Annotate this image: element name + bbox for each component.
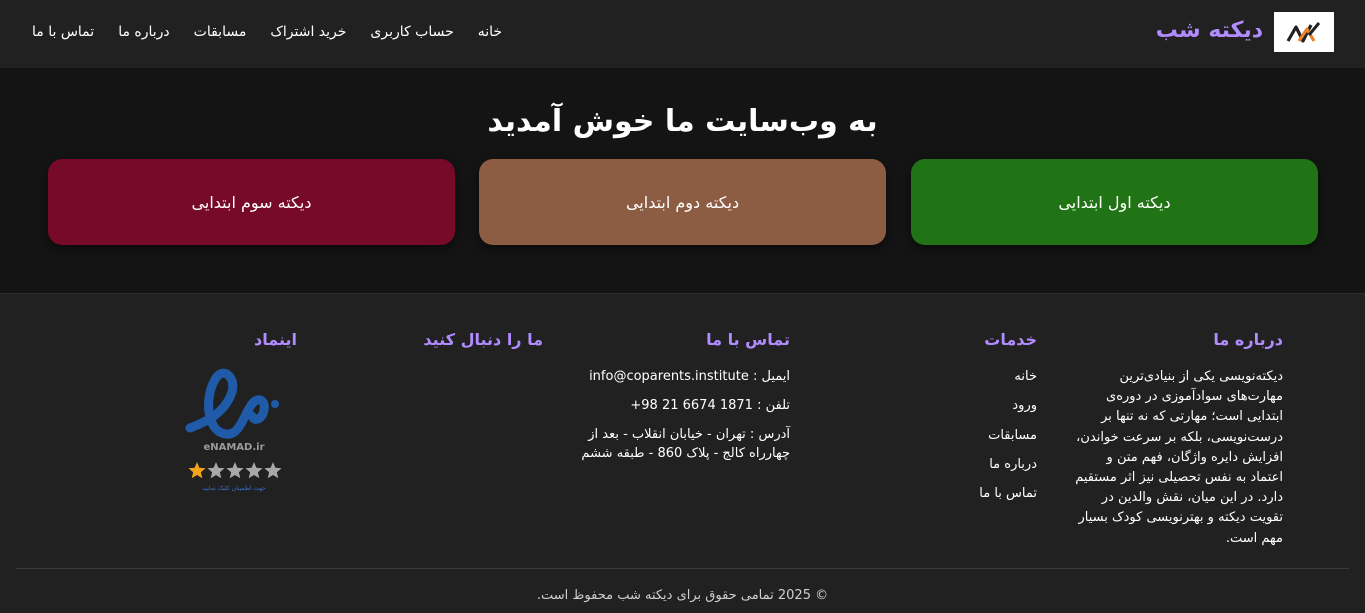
enamad-badge[interactable]: eNAMAD.ir جهت اطمینان کلیک نمایید xyxy=(180,366,292,498)
contact-email: ایمیل : info@coparents.institute xyxy=(589,369,790,384)
list-item: تماس با ما xyxy=(979,484,1037,504)
nav-item-account[interactable]: حساب کاربری xyxy=(370,24,453,40)
nav-item-about[interactable]: درباره ما xyxy=(118,24,169,40)
star-icon xyxy=(226,462,244,479)
about-text: دیکته‌نویسی یکی از بنیادی‌ترین مهارت‌های… xyxy=(1075,369,1283,546)
grade-3-card[interactable]: دیکته سوم ابتدایی xyxy=(48,159,455,245)
list-item: درباره ما xyxy=(979,455,1037,475)
site-footer: درباره ما دیکته‌نویسی یکی از بنیادی‌ترین… xyxy=(0,293,1365,613)
footer-link-competitions[interactable]: مسابقات xyxy=(988,428,1037,443)
rating-stars xyxy=(188,462,282,479)
site-logo[interactable] xyxy=(1274,12,1334,52)
contact-address: آدرس : تهران - خیابان انقلاب - بعد از چه… xyxy=(581,427,790,461)
nav-item-competitions[interactable]: مسابقات xyxy=(194,24,247,40)
about-title: درباره ما xyxy=(1213,330,1283,349)
services-list: خانه ورود مسابقات درباره ما تماس با ما xyxy=(979,367,1037,513)
footer-link-about[interactable]: درباره ما xyxy=(989,457,1037,472)
contact-title: تماس با ما xyxy=(706,330,790,349)
nav-item-contact[interactable]: تماس با ما xyxy=(32,24,94,40)
list-item: ورود xyxy=(979,396,1037,416)
nav-item-home[interactable]: خانه xyxy=(478,24,502,40)
footer-link-home[interactable]: خانه xyxy=(1014,369,1037,384)
footer-divider xyxy=(16,568,1349,569)
enamad-logo-text: eNAMAD.ir xyxy=(203,442,264,453)
enamad-caption: جهت اطمینان کلیک نمایید xyxy=(202,485,266,492)
star-icon xyxy=(264,462,282,479)
social-title: ما را دنبال کنید xyxy=(423,330,543,349)
grade-1-card[interactable]: دیکته اول ابتدایی xyxy=(911,159,1318,245)
services-title: خدمات xyxy=(984,330,1037,349)
hero-title: به وب‌سایت ما خوش آمدید xyxy=(487,104,878,139)
list-item: مسابقات xyxy=(979,426,1037,446)
nav-item-subscription[interactable]: خرید اشتراک xyxy=(270,24,346,40)
brand-name[interactable]: دیکته شب xyxy=(1156,18,1263,43)
copyright-text: © 2025 تمامی حقوق برای دیکته شب محفوظ اس… xyxy=(536,588,829,603)
star-icon xyxy=(188,462,206,479)
star-icon xyxy=(207,462,225,479)
star-icon xyxy=(245,462,263,479)
grade-1-card-label: دیکته اول ابتدایی xyxy=(1058,192,1171,212)
grade-2-card-label: دیکته دوم ابتدایی xyxy=(625,192,740,212)
footer-link-contact[interactable]: تماس با ما xyxy=(979,486,1037,501)
logo-mark-icon xyxy=(1286,22,1321,43)
enamad-title: اینماد xyxy=(254,330,297,349)
footer-link-login[interactable]: ورود xyxy=(1012,398,1037,413)
main-nav: تماس با ما درباره ما مسابقات خرید اشتراک… xyxy=(32,24,502,40)
site-header: دیکته شب تماس با ما درباره ما مسابقات خر… xyxy=(0,0,1365,68)
contact-phone: تلفن : 1871 6674 21 98+ xyxy=(630,398,790,413)
list-item: خانه xyxy=(979,367,1037,387)
grade-2-card[interactable]: دیکته دوم ابتدایی xyxy=(479,159,886,245)
enamad-logo-icon: eNAMAD.ir جهت اطمینان کلیک نمایید xyxy=(185,368,282,492)
grade-3-card-label: دیکته سوم ابتدایی xyxy=(191,192,312,212)
contact-info: ایمیل : info@coparents.institute تلفن : … xyxy=(575,367,790,473)
